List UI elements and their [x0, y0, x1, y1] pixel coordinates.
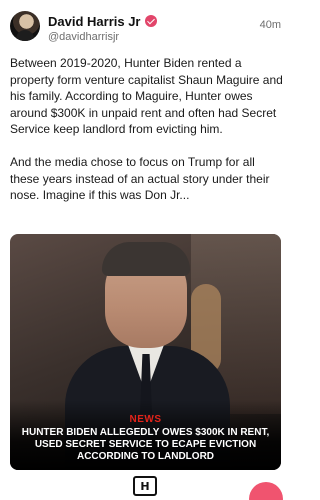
- image-hair: [102, 242, 190, 276]
- name-row: David Harris Jr: [48, 12, 157, 30]
- post-image[interactable]: NEWS HUNTER BIDEN ALLEGEDLY OWES $300K I…: [10, 234, 281, 470]
- compose-button[interactable]: [249, 482, 283, 500]
- author-display-name[interactable]: David Harris Jr: [48, 14, 141, 29]
- post-timestamp: 40m: [259, 19, 281, 31]
- post-paragraph: Between 2019-2020, Hunter Biden rented a…: [10, 56, 283, 136]
- brand-logo-icon: H: [133, 476, 157, 496]
- post-body: Between 2019-2020, Hunter Biden rented a…: [10, 55, 286, 204]
- author-handle[interactable]: @davidharrisjr: [48, 31, 119, 43]
- image-headline: HUNTER BIDEN ALLEGEDLY OWES $300K IN REN…: [21, 427, 270, 462]
- post-paragraph: And the media chose to focus on Trump fo…: [10, 155, 270, 202]
- verified-badge-icon: [144, 15, 157, 27]
- news-tag: NEWS: [129, 414, 162, 425]
- avatar-shoulders: [16, 30, 34, 41]
- brand-logo-mark: H: [140, 479, 150, 493]
- post-header: David Harris Jr @davidharrisjr 40m: [10, 11, 283, 45]
- avatar[interactable]: [10, 11, 40, 41]
- post-card: David Harris Jr @davidharrisjr 40m Betwe…: [0, 0, 293, 500]
